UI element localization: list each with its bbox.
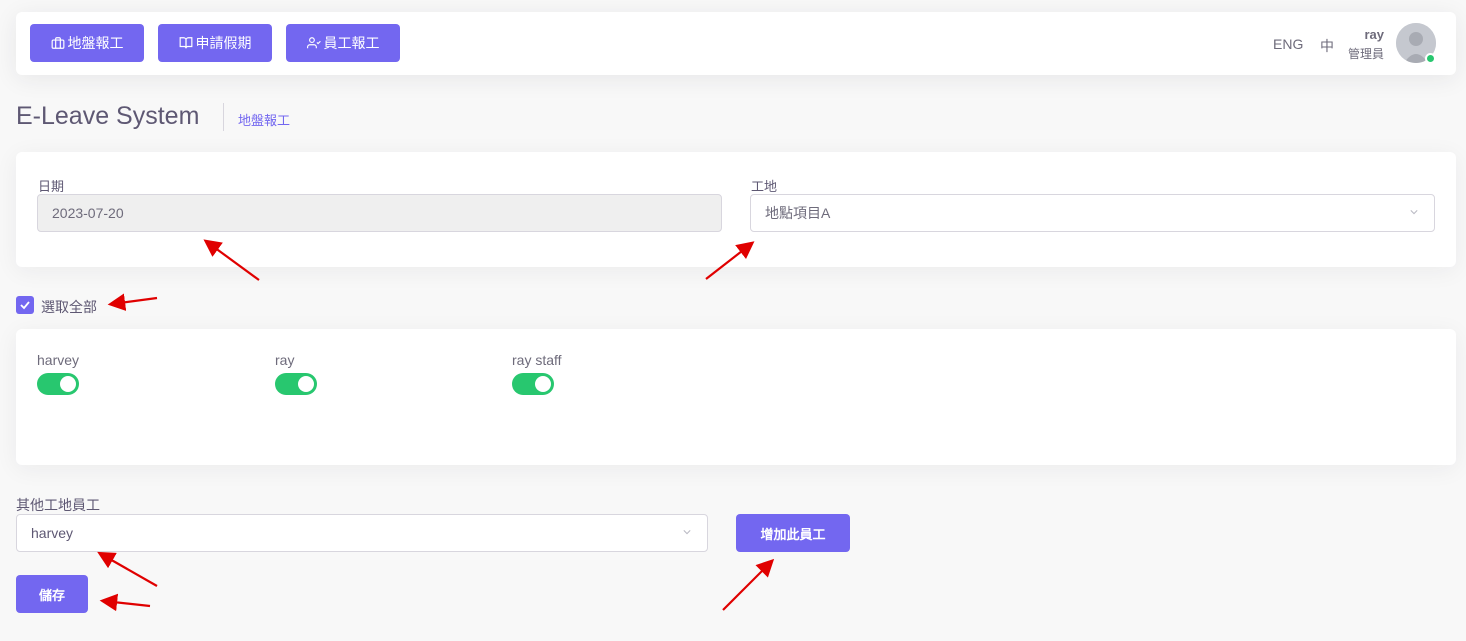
chevron-down-icon — [683, 530, 691, 535]
date-site-card: 日期 2023-07-20 工地 地點項目A — [16, 152, 1456, 267]
other-staff-value: harvey — [31, 525, 74, 541]
toggle-knob — [60, 376, 76, 392]
select-all-checkbox[interactable] — [16, 296, 34, 314]
annotation-arrow — [97, 551, 158, 587]
site-select[interactable]: 地點項目A — [750, 194, 1435, 232]
toggle-knob — [298, 376, 314, 392]
page-title: E-Leave System — [16, 102, 200, 130]
staff-toggle-harvey[interactable] — [37, 373, 79, 395]
staff-toggle-card: harvey ray ray staff — [16, 329, 1456, 465]
user-role: 管理員 — [1347, 47, 1384, 61]
save-button[interactable]: 儲存 — [16, 575, 88, 613]
site-value: 地點項目A — [765, 205, 831, 221]
top-navbar: 地盤報工 申請假期 員工報工 ENG 中 ray 管理員 — [16, 12, 1456, 75]
other-staff-select[interactable]: harvey — [16, 514, 708, 552]
annotation-arrow — [722, 558, 775, 611]
nav-staff-report-label: 員工報工 — [323, 35, 380, 51]
nav-staff-report-button[interactable]: 員工報工 — [286, 24, 400, 62]
date-value: 2023-07-20 — [52, 205, 124, 221]
nav-site-report-button[interactable]: 地盤報工 — [30, 24, 144, 62]
nav-apply-leave-label: 申請假期 — [195, 35, 252, 51]
online-status-dot — [1425, 53, 1436, 64]
nav-apply-leave-button[interactable]: 申請假期 — [158, 24, 272, 62]
annotation-arrow — [99, 593, 151, 612]
staff-toggle-ray-staff[interactable] — [512, 373, 554, 395]
lang-chinese-link[interactable]: 中 — [1320, 36, 1334, 56]
briefcase-icon — [51, 37, 64, 49]
nav-site-report-label: 地盤報工 — [67, 35, 124, 51]
site-label: 工地 — [751, 179, 778, 194]
user-check-icon — [306, 37, 321, 49]
breadcrumb[interactable]: 地盤報工 — [238, 110, 290, 129]
annotation-arrow — [107, 293, 158, 311]
check-icon — [20, 301, 30, 310]
staff-name: ray staff — [512, 352, 562, 368]
book-icon — [179, 37, 192, 49]
chevron-down-icon — [1410, 210, 1418, 215]
date-input[interactable]: 2023-07-20 — [37, 194, 722, 232]
other-staff-label: 其他工地員工 — [16, 497, 100, 513]
add-staff-button[interactable]: 增加此員工 — [736, 514, 850, 552]
date-label: 日期 — [38, 179, 65, 194]
staff-name: ray — [275, 352, 295, 368]
staff-toggle-ray[interactable] — [275, 373, 317, 395]
select-all-label[interactable]: 選取全部 — [41, 297, 97, 317]
staff-name: harvey — [37, 352, 80, 368]
lang-english-link[interactable]: ENG — [1273, 36, 1303, 52]
user-name: ray — [1364, 27, 1384, 42]
title-divider — [223, 103, 224, 131]
toggle-knob — [535, 376, 551, 392]
